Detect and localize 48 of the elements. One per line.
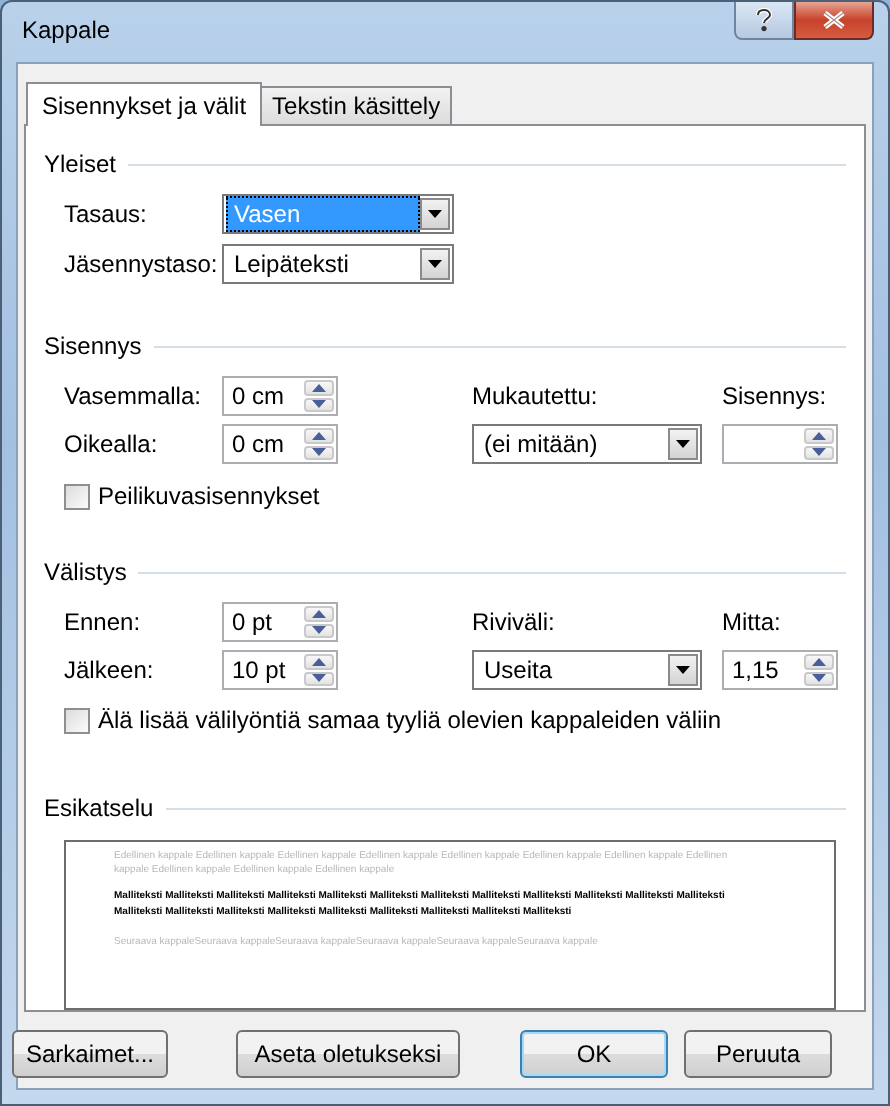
spinner-buttons[interactable] bbox=[304, 380, 334, 412]
checkbox[interactable] bbox=[64, 707, 90, 733]
spin-field[interactable] bbox=[722, 424, 838, 464]
caret-icon bbox=[676, 440, 690, 448]
spinner-buttons[interactable] bbox=[304, 606, 334, 638]
tab[interactable]: Tekstin käsittely bbox=[260, 86, 453, 124]
close-icon bbox=[822, 10, 846, 30]
checkbox[interactable] bbox=[64, 483, 90, 509]
section-title: Välistys bbox=[44, 558, 127, 586]
dropdown[interactable]: Useita bbox=[472, 650, 702, 690]
section-title: Esikatselu bbox=[44, 794, 154, 822]
field-label: Mukautettu: bbox=[472, 382, 600, 410]
help-icon bbox=[756, 8, 772, 32]
section-title: Sisennys bbox=[44, 332, 142, 360]
spinner-buttons[interactable] bbox=[304, 428, 334, 460]
field-label: Ennen: bbox=[64, 608, 143, 636]
checkbox-label: Älä lisää välilyöntiä samaa tyyliä olevien kappaleiden väliin bbox=[98, 706, 722, 734]
field-label: Vasemmalla: bbox=[64, 382, 203, 410]
help-button[interactable] bbox=[734, 2, 794, 40]
caret-icon bbox=[428, 210, 442, 218]
field-label: Riviväli: bbox=[472, 608, 557, 636]
caret-icon bbox=[428, 260, 442, 268]
spin-field[interactable]: 0 cm bbox=[222, 424, 338, 464]
dialog-button[interactable]: Aseta oletukseksi bbox=[236, 1030, 460, 1078]
field-label: Jälkeen: bbox=[64, 656, 156, 684]
dropdown[interactable]: (ei mitään) bbox=[472, 424, 702, 464]
spin-field[interactable]: 0 pt bbox=[222, 602, 338, 642]
checkbox-label: Peilikuvasisennykset bbox=[98, 482, 320, 510]
field-label: Tasaus: bbox=[64, 200, 149, 228]
field-label: Jäsennystaso: bbox=[64, 250, 220, 278]
section-title: Yleiset bbox=[44, 150, 117, 178]
dropdown[interactable]: Leipäteksti bbox=[222, 244, 454, 284]
dialog-button[interactable]: Sarkaimet... bbox=[12, 1030, 168, 1078]
close-button[interactable] bbox=[794, 2, 874, 40]
spin-field[interactable]: 10 pt bbox=[222, 650, 338, 690]
field-label: Sisennys: bbox=[722, 382, 829, 410]
field-label: Oikealla: bbox=[64, 430, 160, 458]
window-title: Kappale bbox=[22, 16, 113, 44]
tab[interactable]: Sisennykset ja välit bbox=[26, 82, 263, 126]
spin-field[interactable]: 1,15 bbox=[722, 650, 838, 690]
dialog-button[interactable]: Peruuta bbox=[684, 1030, 832, 1078]
spinner-buttons[interactable] bbox=[804, 654, 834, 686]
spinner-buttons[interactable] bbox=[804, 428, 834, 460]
dialog-button[interactable]: OK bbox=[520, 1030, 668, 1078]
caret-icon bbox=[676, 666, 690, 674]
spinner-buttons[interactable] bbox=[304, 654, 334, 686]
field-label: Mitta: bbox=[722, 608, 783, 636]
spin-field[interactable]: 0 cm bbox=[222, 376, 338, 416]
